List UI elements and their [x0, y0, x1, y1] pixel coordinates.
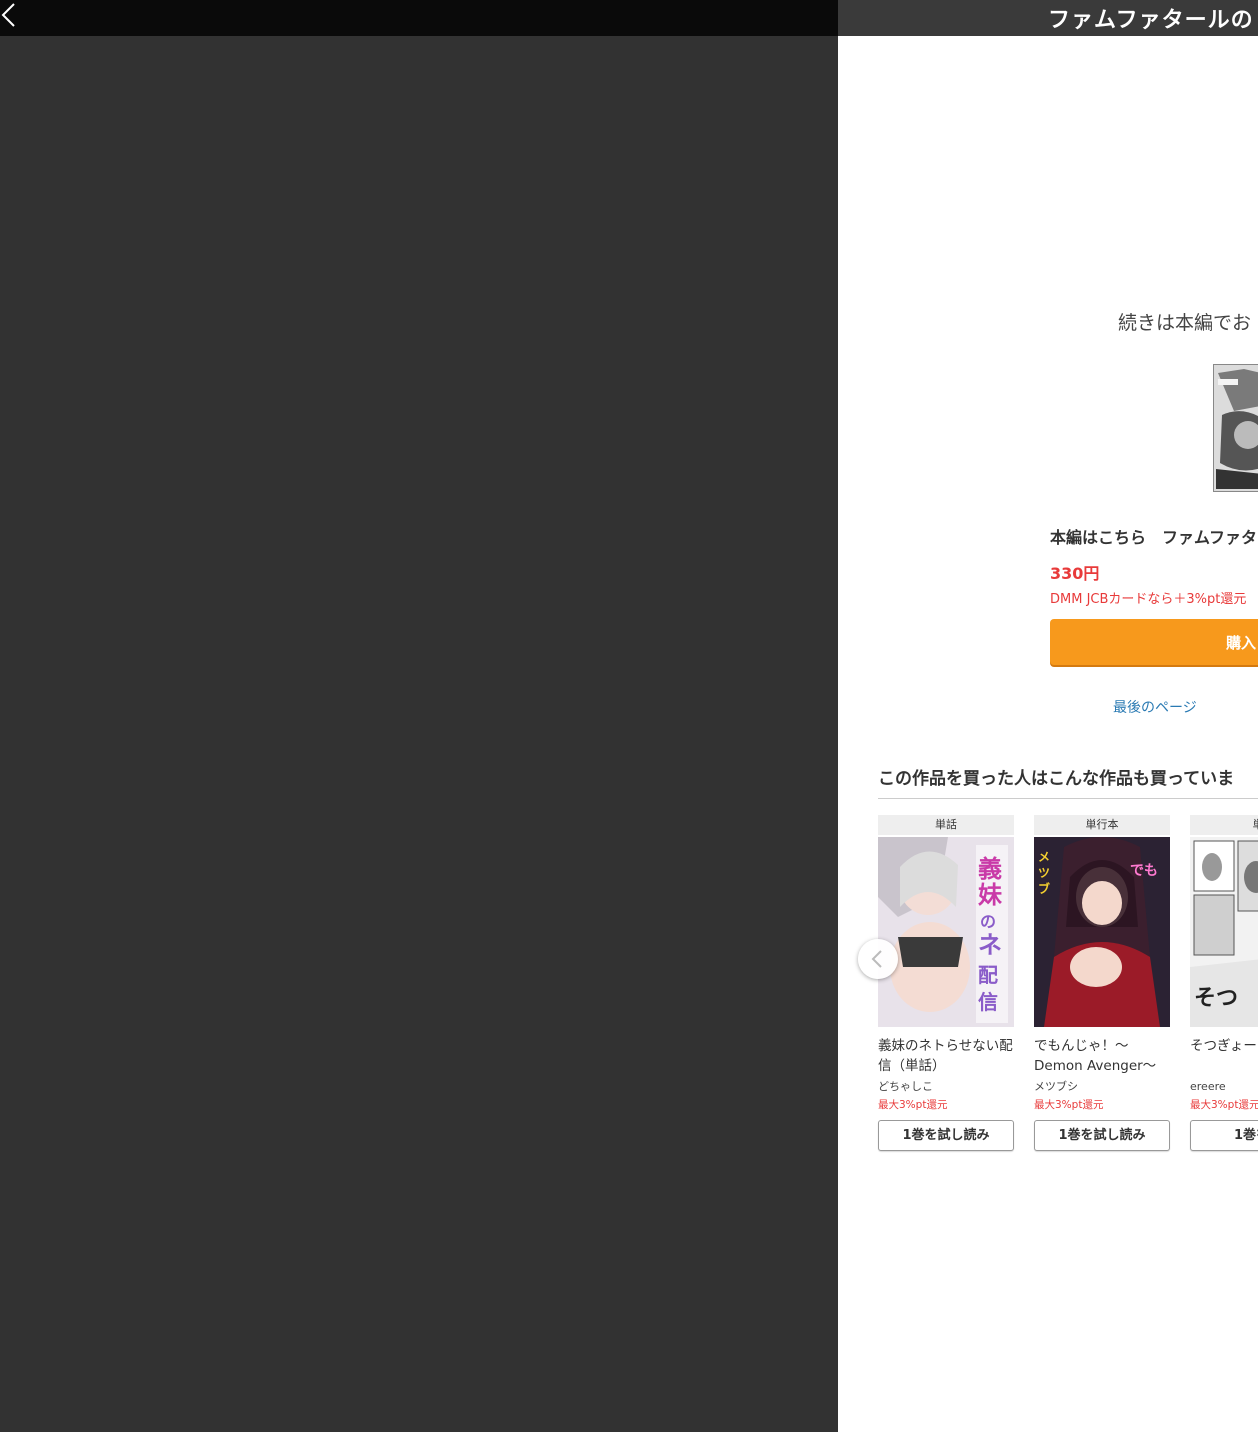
main-edition-link[interactable]: 本編はこちら ファムファタ [1050, 524, 1257, 548]
book-cover-thumbnail[interactable] [1213, 364, 1258, 492]
end-panel: 続きは本編でお 本編はこちら ファムファタ 330円 DMM JCBカードなら＋… [838, 36, 1258, 1432]
recommend-card[interactable]: 単 そつ そつぎょーっ！！（単 ereere 最大3%pt還元 1巻を試 [1190, 815, 1258, 1151]
book-title: ファムファタールの [1048, 8, 1254, 33]
cover-image[interactable]: でも メ ツ ブ [1034, 837, 1170, 1027]
trial-read-button[interactable]: 1巻を試し読み [878, 1120, 1014, 1151]
svg-text:ブ: ブ [1038, 881, 1050, 896]
card-author[interactable]: どちゃしこ [878, 1078, 1014, 1096]
reader-page-area[interactable] [0, 36, 838, 1432]
format-tag: 単話 [878, 815, 1014, 835]
recommend-card[interactable]: 単話 義 妹 の ネ 配 信 義妹のネトらせない配信（単話） どちゃしこ 最大3… [878, 815, 1014, 1151]
last-page-link[interactable]: 最後のページ [1113, 697, 1197, 717]
continue-message: 続きは本編でお [1118, 312, 1252, 334]
trial-read-button[interactable]: 1巻を試し読み [1034, 1120, 1170, 1151]
recommend-card[interactable]: 単行本 でも メ ツ ブ でもんじゃ！〜Demon Avenger〜 メツブシ … [1034, 815, 1170, 1151]
price: 330円 [1050, 564, 1100, 583]
svg-text:配: 配 [978, 963, 998, 987]
buy-button[interactable]: 購入 [1050, 619, 1258, 665]
chevron-left-icon [871, 950, 882, 968]
svg-text:そつ: そつ [1194, 986, 1238, 1011]
format-tag: 単 [1190, 815, 1258, 835]
svg-text:妹: 妹 [978, 881, 1002, 909]
card-reward: 最大3%pt還元 [878, 1099, 948, 1111]
carousel-prev-button[interactable] [858, 939, 898, 979]
format-tag: 単行本 [1034, 815, 1170, 835]
svg-text:メ: メ [1038, 850, 1050, 864]
divider [878, 798, 1258, 799]
trial-read-button[interactable]: 1巻を試 [1190, 1120, 1258, 1151]
buy-button-label: 購入 [1226, 634, 1257, 652]
cover-image[interactable]: 義 妹 の ネ 配 信 [878, 837, 1014, 1027]
jcb-reward-note: DMM JCBカードなら＋3%pt還元 [1050, 592, 1247, 607]
recommend-heading: この作品を買った人はこんな作品も買っていま [878, 769, 1235, 789]
card-reward: 最大3%pt還元 [1190, 1099, 1258, 1111]
chevron-left-icon [1, 3, 15, 27]
reader-top-bar [0, 0, 838, 36]
svg-text:義: 義 [978, 855, 1002, 883]
svg-text:信: 信 [978, 990, 998, 1014]
title-bar: ファムファタールの [838, 0, 1258, 36]
svg-text:ネ: ネ [978, 931, 1002, 959]
svg-text:ツ: ツ [1038, 866, 1050, 880]
card-title[interactable]: そつぎょーっ！！（単 [1190, 1036, 1258, 1076]
card-author[interactable]: ereere [1190, 1078, 1258, 1096]
card-reward: 最大3%pt還元 [1034, 1099, 1104, 1111]
cover-image [1214, 365, 1258, 491]
back-button[interactable] [0, 0, 24, 36]
svg-text:でも: でも [1130, 863, 1158, 879]
svg-text:の: の [980, 912, 996, 931]
cover-image[interactable]: そつ [1190, 837, 1258, 1027]
card-title[interactable]: 義妹のネトらせない配信（単話） [878, 1036, 1014, 1076]
card-title[interactable]: でもんじゃ！〜Demon Avenger〜 [1034, 1036, 1170, 1076]
card-author[interactable]: メツブシ [1034, 1078, 1170, 1096]
